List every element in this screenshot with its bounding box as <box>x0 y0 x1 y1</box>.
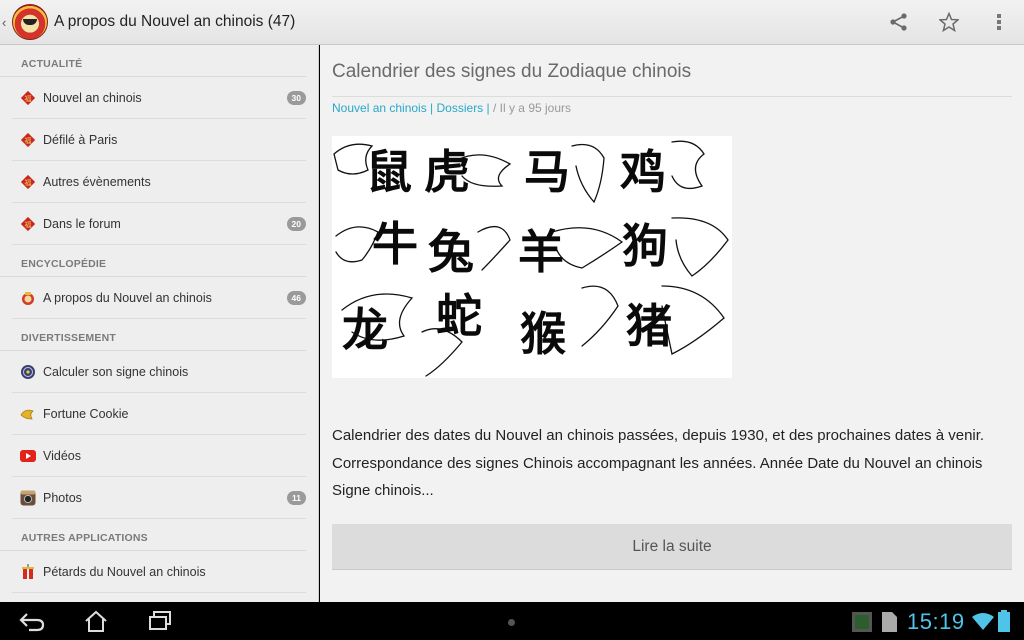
svg-text:福: 福 <box>25 136 32 145</box>
sidebar-item-calculer-signe[interactable]: Calculer son signe chinois <box>12 351 306 393</box>
sidebar-item-petards[interactable]: Pétards du Nouvel an chinois <box>12 551 306 593</box>
zodiac-char-dog: 狗 <box>622 219 668 273</box>
sidebar-item-label: Autres évènements <box>43 174 151 189</box>
svg-text:福: 福 <box>25 220 32 229</box>
sidebar-item-nouvel-an-chinois[interactable]: 福 Nouvel an chinois 30 <box>12 77 306 119</box>
read-more-button[interactable]: Lire la suite <box>332 524 1012 570</box>
sidebar-item-label: Défilé à Paris <box>43 132 118 147</box>
favorite-button[interactable] <box>924 0 974 44</box>
navigation-drawer: ACTUALITÉ 福 Nouvel an chinois 30 福 Défil… <box>0 45 319 602</box>
app-logo[interactable] <box>12 4 48 40</box>
sd-card-icon <box>882 612 897 632</box>
battery-icon <box>998 610 1010 632</box>
article-meta: Nouvel an chinois | Dossiers | / Il y a … <box>332 101 571 115</box>
zodiac-char-pig: 猪 <box>626 299 672 353</box>
zodiac-image[interactable]: 鼠 虎 马 鸡 牛 兔 羊 狗 龙 蛇 猴 猪 <box>332 136 732 378</box>
section-header-divertissement: DIVERTISSEMENT <box>0 319 306 351</box>
article-date: / Il y a 95 jours <box>489 101 572 115</box>
sidebar-item-fortune-cookie[interactable]: Fortune Cookie <box>12 393 306 435</box>
sidebar-item-a-propos[interactable]: A propos du Nouvel an chinois 46 <box>12 277 306 319</box>
star-icon <box>939 12 959 32</box>
sidebar-item-label: Calculer son signe chinois <box>43 364 189 379</box>
zodiac-char-rooster: 鸡 <box>620 145 666 199</box>
zodiac-char-snake: 蛇 <box>436 289 482 343</box>
zodiac-char-rat: 鼠 <box>366 145 412 199</box>
red-diamond-icon: 福 <box>20 132 36 148</box>
zodiac-char-horse: 马 <box>524 145 570 199</box>
video-play-icon <box>20 448 36 464</box>
recent-apps-button[interactable] <box>132 602 188 640</box>
section-header-encyclopedie: ENCYCLOPÉDIE <box>0 245 306 277</box>
zodiac-calligraphy-image: 鼠 虎 马 鸡 牛 兔 羊 狗 龙 蛇 猴 猪 <box>332 136 732 378</box>
fortune-cookie-icon <box>20 406 36 422</box>
red-diamond-icon: 福 <box>20 174 36 190</box>
screenshot-notification-icon <box>852 612 872 632</box>
launcher-dot <box>508 619 515 626</box>
sidebar-item-label: Nouvel an chinois <box>43 90 142 105</box>
zodiac-char-monkey: 猴 <box>520 307 566 361</box>
sidebar-item-label: Fortune Cookie <box>43 406 129 421</box>
zodiac-char-tiger: 虎 <box>424 145 470 199</box>
up-caret-icon[interactable]: ‹ <box>2 15 12 30</box>
sidebar-item-label: Photos <box>43 490 82 505</box>
count-badge: 30 <box>286 90 306 105</box>
count-badge: 46 <box>286 290 306 305</box>
system-navigation-bar: 15:19 <box>0 602 1024 640</box>
share-icon <box>890 13 907 31</box>
lion-head-icon <box>20 290 36 306</box>
zodiac-char-goat: 羊 <box>518 225 564 279</box>
firecracker-icon <box>20 563 36 580</box>
recent-apps-icon <box>149 611 171 630</box>
back-button[interactable] <box>4 602 60 640</box>
share-button[interactable] <box>874 0 924 44</box>
overflow-menu-button[interactable] <box>974 0 1024 44</box>
overflow-menu-icon <box>997 14 1001 30</box>
sidebar-item-label: Dans le forum <box>43 216 121 231</box>
category-link[interactable]: Nouvel an chinois | Dossiers | <box>332 101 490 115</box>
sidebar-item-dans-le-forum[interactable]: 福 Dans le forum 20 <box>12 203 306 245</box>
zodiac-char-rabbit: 兔 <box>428 225 474 279</box>
red-diamond-icon: 福 <box>20 90 36 106</box>
home-icon <box>85 610 107 632</box>
article-excerpt: Calendrier des dates du Nouvel an chinoi… <box>332 427 985 499</box>
zodiac-char-ox: 牛 <box>372 217 418 271</box>
sidebar-item-videos[interactable]: Vidéos <box>12 435 306 477</box>
home-button[interactable] <box>68 602 124 640</box>
sidebar-item-label: Vidéos <box>43 448 81 463</box>
section-header-autres-applications: AUTRES APPLICATIONS <box>0 519 306 551</box>
sidebar-item-defile-a-paris[interactable]: 福 Défilé à Paris <box>12 119 306 161</box>
status-clock[interactable]: 15:19 <box>907 609 965 635</box>
wifi-icon <box>972 613 994 630</box>
sidebar-item-partial[interactable] <box>12 593 306 602</box>
page-title: A propos du Nouvel an chinois (47) <box>54 13 296 30</box>
article-title: Calendrier des signes du Zodiaque chinoi… <box>332 61 692 82</box>
camera-icon <box>20 490 36 506</box>
sidebar-item-label: Pétards du Nouvel an chinois <box>43 564 206 579</box>
back-icon <box>19 613 45 632</box>
action-bar: ‹ A propos du Nouvel an chinois (47) <box>0 0 1024 45</box>
divider <box>332 96 1012 97</box>
zodiac-wheel-icon <box>20 364 36 380</box>
sidebar-item-autres-evenements[interactable]: 福 Autres évènements <box>12 161 306 203</box>
article-pane: Calendrier des signes du Zodiaque chinoi… <box>320 45 1024 602</box>
svg-text:福: 福 <box>25 94 32 103</box>
svg-text:福: 福 <box>25 178 32 187</box>
sidebar-item-label: A propos du Nouvel an chinois <box>43 290 212 305</box>
sidebar-item-photos[interactable]: Photos 11 <box>12 477 306 519</box>
count-badge: 11 <box>287 490 306 505</box>
count-badge: 20 <box>286 216 306 231</box>
section-header-actualite: ACTUALITÉ <box>0 45 306 77</box>
zodiac-char-dragon: 龙 <box>342 303 388 357</box>
red-diamond-icon: 福 <box>20 216 36 232</box>
